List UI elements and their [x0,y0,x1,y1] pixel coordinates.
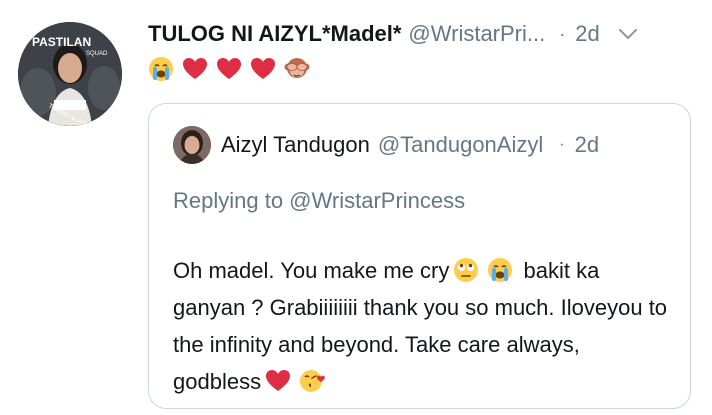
avatar-banner-text: PASTILAN [32,35,91,49]
face-blowing-kiss-icon [299,368,325,394]
red-heart-icon [182,56,208,82]
red-heart-icon [250,56,276,82]
see-no-evil-monkey-icon [284,56,310,82]
crying-face-icon [148,56,174,82]
author-display-name[interactable]: TULOG NI AIZYL*Madel* [148,21,401,47]
quoted-tweet-header: Aizyl Tandugon @TandugonAizyl · 2d [173,126,599,164]
replying-to-label[interactable]: Replying to @WristarPrincess [173,188,465,214]
quoted-author-display-name[interactable]: Aizyl Tandugon [221,132,370,158]
quoted-author-avatar[interactable] [173,126,211,164]
tweet-header: TULOG NI AIZYL*Madel* @WristarPri... · 2… [148,14,696,54]
separator-dot: · [559,136,565,153]
red-heart-icon [265,368,291,394]
author-avatar[interactable]: ​ PASTILAN SQUAD TULOG NI AIZYL [18,22,122,126]
face-with-rolling-eyes-icon [453,257,479,283]
quoted-text-part-1: Oh madel. You make me cry [173,258,450,283]
author-handle[interactable]: @WristarPri... [408,21,545,47]
quoted-tweet-card[interactable]: Aizyl Tandugon @TandugonAizyl · 2d Reply… [148,103,691,409]
quoted-tweet-timestamp[interactable]: 2d [575,132,599,158]
tweet-timestamp[interactable]: 2d [575,21,599,47]
quoted-tweet-text: Oh madel. You make me cry bakit ka ganya… [173,252,673,400]
chevron-down-icon[interactable] [618,28,638,40]
tweet-emoji-text [148,56,310,82]
red-heart-icon [216,56,242,82]
avatar-banner-sub: SQUAD [86,51,108,57]
quoted-author-handle[interactable]: @TandugonAizyl [378,132,543,158]
crying-face-icon [487,257,513,283]
separator-dot: · [559,23,566,44]
